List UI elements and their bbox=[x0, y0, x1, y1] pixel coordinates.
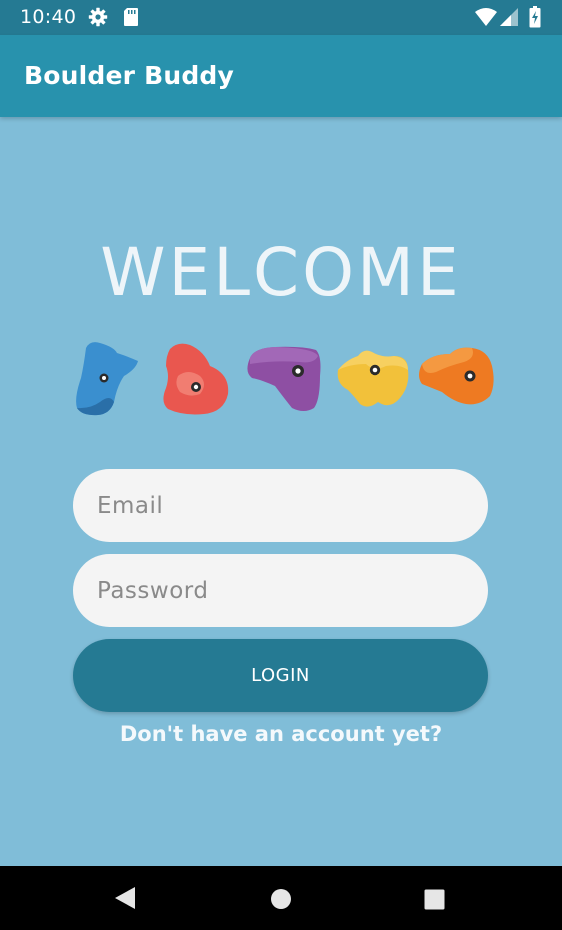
purple-hold-icon bbox=[247, 346, 321, 411]
email-input[interactable] bbox=[73, 469, 488, 542]
recents-icon[interactable] bbox=[424, 889, 445, 914]
red-hold-icon bbox=[163, 343, 229, 415]
password-input[interactable] bbox=[73, 554, 488, 627]
battery-charging-icon bbox=[529, 6, 541, 32]
back-icon[interactable] bbox=[114, 886, 136, 914]
login-button[interactable]: LOGIN bbox=[73, 639, 488, 712]
climbing-holds-illustration bbox=[76, 342, 494, 416]
sd-card-icon bbox=[123, 7, 139, 31]
yellow-hold-icon bbox=[337, 350, 409, 407]
password-field-container bbox=[73, 554, 488, 627]
email-field-container bbox=[73, 469, 488, 542]
app-bar: Boulder Buddy bbox=[0, 35, 562, 117]
home-icon[interactable] bbox=[270, 888, 292, 914]
wifi-icon bbox=[475, 8, 497, 30]
blue-hold-icon bbox=[76, 342, 138, 416]
cell-signal-icon bbox=[500, 8, 518, 30]
navigation-bar bbox=[0, 866, 562, 930]
signup-link[interactable]: Don't have an account yet? bbox=[0, 722, 562, 746]
status-time: 10:40 bbox=[20, 6, 77, 28]
orange-hold-icon bbox=[419, 347, 494, 405]
welcome-heading: WELCOME bbox=[100, 234, 462, 311]
settings-gear-icon bbox=[88, 7, 108, 31]
status-bar: 10:40 bbox=[0, 0, 562, 35]
app-title: Boulder Buddy bbox=[24, 61, 235, 90]
